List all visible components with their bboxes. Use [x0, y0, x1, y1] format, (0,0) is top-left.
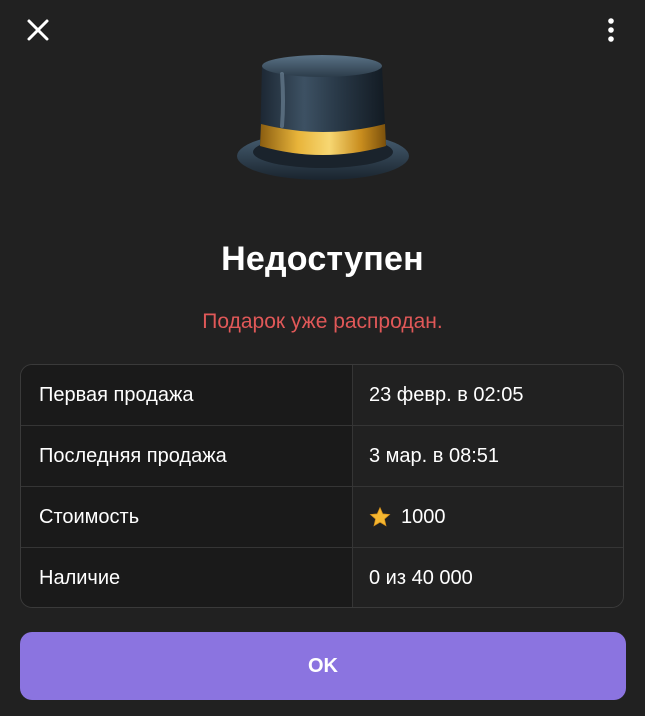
table-row: Наличие 0 из 40 000 — [21, 548, 623, 607]
first-sale-label: Первая продажа — [21, 365, 353, 425]
ok-button[interactable]: OK — [20, 632, 626, 700]
availability-value: 0 из 40 000 — [353, 548, 623, 607]
table-row: Первая продажа 23 февр. в 02:05 — [21, 365, 623, 426]
close-button[interactable] — [22, 14, 54, 46]
close-icon — [27, 19, 49, 41]
table-row: Последняя продажа 3 мар. в 08:51 — [21, 426, 623, 487]
last-sale-label: Последняя продажа — [21, 426, 353, 486]
first-sale-value: 23 февр. в 02:05 — [353, 365, 623, 425]
price-label: Стоимость — [21, 487, 353, 547]
price-value: 1000 — [401, 505, 446, 528]
gift-sheet: Недоступен Подарок уже распродан. Первая… — [0, 0, 645, 716]
top-hat-icon — [237, 55, 409, 180]
availability-label: Наличие — [21, 548, 353, 607]
star-icon — [369, 506, 391, 527]
more-menu-button[interactable] — [599, 14, 623, 46]
last-sale-value: 3 мар. в 08:51 — [353, 426, 623, 486]
price-cell: 1000 — [353, 487, 623, 547]
gift-details-table: Первая продажа 23 февр. в 02:05 Последня… — [20, 364, 624, 608]
gift-title: Недоступен — [221, 240, 424, 278]
table-row: Стоимость 1000 — [21, 487, 623, 548]
more-vertical-icon — [608, 18, 614, 42]
sold-out-status: Подарок уже распродан. — [202, 310, 443, 333]
